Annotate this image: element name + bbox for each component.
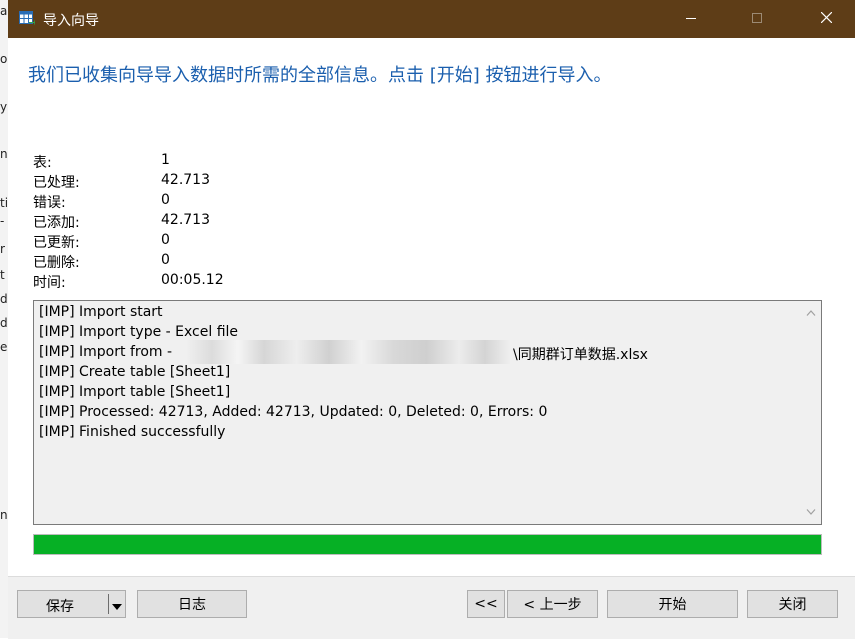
window-title: 导入向导	[43, 13, 99, 29]
stat-label: 已删除:	[33, 255, 80, 271]
save-split-divider	[108, 594, 109, 614]
close-button[interactable]: 关闭	[747, 590, 838, 618]
stat-row-deleted: 已删除: 0	[33, 251, 333, 271]
scroll-up-icon[interactable]	[805, 307, 817, 319]
import-stats: 表: 1 已处理: 42.713 错误: 0 已添加: 42.713 已更新: …	[33, 151, 333, 291]
log-line: [IMP] Create table [Sheet1]	[39, 364, 231, 380]
progress-fill	[34, 535, 821, 554]
log-line: [IMP] Finished successfully	[39, 424, 226, 440]
log-button[interactable]: 日志	[137, 590, 247, 618]
log-line: [IMP] Import type - Excel file	[39, 324, 239, 340]
stat-label: 已更新:	[33, 235, 80, 251]
maximize-icon	[752, 11, 762, 27]
log-line: [IMP] Import from -	[39, 344, 173, 360]
stat-row-processed: 已处理: 42.713	[33, 171, 333, 191]
log-line: [IMP] Import start	[39, 304, 163, 320]
wizard-footer: 保存 日志 << < 上一步 开始 关闭	[8, 576, 855, 639]
title-bar[interactable]: 导入向导	[8, 0, 855, 38]
stat-value: 0	[161, 252, 170, 268]
wizard-content: 我们已收集向导导入数据时所需的全部信息。点击 [开始] 按钮进行导入。 表: 1…	[8, 38, 855, 576]
stat-value: 0	[161, 192, 170, 208]
stat-label: 错误:	[33, 195, 66, 211]
start-button[interactable]: 开始	[607, 590, 738, 618]
stat-label: 已添加:	[33, 215, 80, 231]
stat-value: 0	[161, 232, 170, 248]
import-wizard-window: 导入向导 我们已收集向导导入数据时所需的全部信息。点击 [开始] 按钮进行导入。…	[8, 0, 855, 639]
stat-value: 00:05.12	[161, 272, 224, 288]
redacted-path	[186, 340, 511, 364]
log-scrollbar[interactable]	[801, 301, 821, 524]
close-window-button[interactable]	[803, 0, 849, 38]
stat-label: 已处理:	[33, 175, 80, 191]
stat-label: 表:	[33, 155, 52, 171]
log-line: [IMP] Processed: 42713, Added: 42713, Up…	[39, 404, 548, 420]
previous-step-button[interactable]: < 上一步	[507, 590, 598, 618]
import-log[interactable]: [IMP] Import start [IMP] Import type - E…	[33, 300, 822, 525]
stat-value: 1	[161, 152, 170, 168]
stat-row-errors: 错误: 0	[33, 191, 333, 211]
close-icon	[820, 11, 832, 27]
table-import-icon	[19, 10, 35, 26]
save-button-label: 保存	[46, 599, 74, 615]
stat-value: 42.713	[161, 212, 210, 228]
stat-row-added: 已添加: 42.713	[33, 211, 333, 231]
first-step-button[interactable]: <<	[467, 590, 505, 618]
stat-row-tables: 表: 1	[33, 151, 333, 171]
stat-label: 时间:	[33, 275, 66, 291]
maximize-button	[734, 0, 780, 38]
save-button[interactable]: 保存	[17, 590, 126, 618]
minimize-button[interactable]	[668, 0, 714, 38]
scroll-down-icon[interactable]	[805, 506, 817, 518]
log-file-name: \同期群订单数据.xlsx	[513, 347, 648, 363]
stat-value: 42.713	[161, 172, 210, 188]
wizard-instruction: 我们已收集向导导入数据时所需的全部信息。点击 [开始] 按钮进行导入。	[28, 65, 612, 86]
import-progress-bar	[33, 534, 822, 555]
log-line: [IMP] Import table [Sheet1]	[39, 384, 231, 400]
chevron-down-icon[interactable]	[112, 600, 122, 610]
stat-row-time: 时间: 00:05.12	[33, 271, 333, 291]
minimize-icon	[686, 11, 696, 27]
stat-row-updated: 已更新: 0	[33, 231, 333, 251]
